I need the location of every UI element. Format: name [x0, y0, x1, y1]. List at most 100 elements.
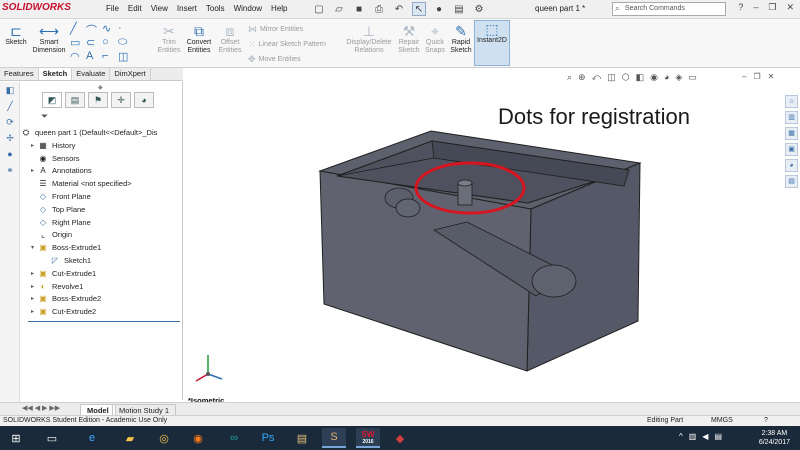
- move-entities-button[interactable]: ✥ Move Entities: [248, 54, 301, 65]
- status-help-icon[interactable]: ?: [764, 416, 768, 426]
- tab-scroll-arrows[interactable]: ◀◀ ◀ ▶ ▶▶: [22, 404, 60, 412]
- solidworks-logo[interactable]: SOLIDWORKS: [2, 2, 71, 13]
- quick-snaps-button[interactable]: ⌖ Quick Snaps: [424, 23, 446, 55]
- offset-entities-button[interactable]: ⧈ Offset Entities: [216, 23, 244, 55]
- linear-sketch-pattern-button[interactable]: ⁙ Linear Sketch Pattern: [248, 39, 326, 50]
- solidworks-resources-icon[interactable]: ⌂: [785, 95, 798, 108]
- tab-dimxpert[interactable]: DimXpert: [110, 68, 151, 80]
- doc-close-icon[interactable]: ✕: [768, 72, 775, 81]
- close-icon[interactable]: ✕: [786, 2, 794, 13]
- doc-minimize-icon[interactable]: –: [742, 72, 746, 81]
- tree-item-material[interactable]: ☰ Material <not specified>: [28, 178, 183, 191]
- chrome-icon[interactable]: ◎: [152, 428, 176, 448]
- minimize-icon[interactable]: –: [753, 2, 758, 13]
- filter-icon[interactable]: ⏷: [41, 111, 48, 122]
- options-gear-icon[interactable]: ⚙: [472, 2, 486, 16]
- circle-tool-icon[interactable]: ○: [102, 36, 109, 48]
- windows-start-icon[interactable]: ⊞: [4, 428, 28, 448]
- slot-tool-icon[interactable]: ⊂: [86, 36, 95, 49]
- app-icon[interactable]: ▤: [290, 428, 314, 448]
- paint-icon[interactable]: ●: [0, 146, 20, 162]
- tree-item-origin[interactable]: ⌞ Origin: [28, 229, 183, 242]
- internet-explorer-icon[interactable]: e: [80, 428, 104, 448]
- folder-icon[interactable]: ▰: [118, 428, 142, 448]
- firefox-icon[interactable]: ◉: [186, 428, 210, 448]
- fillet-tool-icon[interactable]: ⌐: [102, 50, 108, 62]
- rapid-sketch-button[interactable]: ✎ Rapid Sketch: [449, 23, 473, 55]
- cube-app-icon[interactable]: ◆: [388, 428, 412, 448]
- tree-item-top-plane[interactable]: ◇ Top Plane: [28, 204, 183, 217]
- custom-properties-icon[interactable]: ▤: [785, 175, 798, 188]
- view-palette-icon[interactable]: ▣: [785, 143, 798, 156]
- tab-evaluate[interactable]: Evaluate: [72, 68, 111, 80]
- tab-sketch[interactable]: Sketch: [38, 68, 73, 80]
- panel-collapse-handle[interactable]: ◆: [98, 84, 103, 91]
- rollback-bar[interactable]: [28, 321, 180, 322]
- tree-item-cut-extrude2[interactable]: ▸ ▣ Cut-Extrude2: [28, 306, 183, 319]
- repair-sketch-button[interactable]: ⚒ Repair Sketch: [396, 23, 422, 55]
- appearances-icon[interactable]: ◕: [785, 159, 798, 172]
- plane-tool-icon[interactable]: ◫: [118, 50, 128, 63]
- menu-view[interactable]: View: [151, 4, 168, 13]
- status-units[interactable]: MMGS: [711, 416, 733, 426]
- taskbar-clock[interactable]: 2:38 AM 6/24/2017: [759, 429, 790, 447]
- arc-tool-icon[interactable]: ◠: [70, 50, 80, 63]
- new-document-icon[interactable]: ▢: [312, 2, 326, 16]
- save-icon[interactable]: ■: [352, 2, 366, 16]
- instant2d-button[interactable]: ⬚ Instant2D: [474, 20, 510, 66]
- menu-tools[interactable]: Tools: [206, 4, 225, 13]
- configuration-manager-tab-icon[interactable]: ⚑: [88, 92, 108, 108]
- tree-item-history[interactable]: ▸ ▦ History: [28, 140, 183, 153]
- message-icon[interactable]: ▤: [714, 432, 722, 441]
- point-tool-icon[interactable]: ·: [118, 22, 122, 34]
- spline-tool-icon[interactable]: ∿: [102, 22, 111, 35]
- text-tool-icon[interactable]: A: [86, 50, 93, 62]
- sublime-icon[interactable]: S: [322, 428, 346, 448]
- point-icon[interactable]: ✢: [0, 130, 20, 146]
- help-question-icon[interactable]: ?: [738, 2, 743, 13]
- menu-help[interactable]: Help: [271, 4, 287, 13]
- restore-icon[interactable]: ❐: [768, 2, 776, 13]
- graphics-area[interactable]: ⌕ ⊕ ⤺ ◫ ⬡ ◧ ◉ ◕ ◈ ▭ Dots for registratio…: [184, 68, 782, 405]
- model-view-svg[interactable]: [184, 68, 782, 402]
- rotate-icon[interactable]: ⟳: [0, 114, 20, 130]
- convert-entities-button[interactable]: ⧉ Convert Entities: [184, 23, 214, 55]
- ellipse-tool-icon[interactable]: ⬭: [118, 36, 127, 49]
- feature-manager-tab-icon[interactable]: ◩: [42, 92, 62, 108]
- print-icon[interactable]: ⎙: [372, 2, 386, 16]
- rebuild-icon[interactable]: ●: [432, 2, 446, 16]
- file-properties-icon[interactable]: ▤: [452, 2, 466, 16]
- display-manager-tab-icon[interactable]: ◕: [134, 92, 154, 108]
- mirror-entities-button[interactable]: ⋈ Mirror Entities: [248, 24, 303, 35]
- smart-dimension-button[interactable]: ⟷ Smart Dimension: [30, 23, 68, 55]
- open-icon[interactable]: ▱: [332, 2, 346, 16]
- menu-window[interactable]: Window: [234, 4, 262, 13]
- tree-item-right-plane[interactable]: ◇ Right Plane: [28, 217, 183, 230]
- menu-edit[interactable]: Edit: [128, 4, 142, 13]
- select-arrow-icon[interactable]: ↖: [412, 2, 426, 16]
- menu-file[interactable]: File: [106, 4, 119, 13]
- tree-item-cut-extrude1[interactable]: ▸ ▣ Cut-Extrude1: [28, 268, 183, 281]
- tree-item-revolve1[interactable]: ▸ ◐ Revolve1: [28, 281, 183, 294]
- tree-root[interactable]: ⛭ queen part 1 (Default<<Default>_Dis: [20, 127, 183, 140]
- display-delete-relations-button[interactable]: ⊥ Display/Delete Relations: [344, 23, 394, 55]
- tree-item-boss-extrude2[interactable]: ▸ ▣ Boss-Extrude2: [28, 293, 183, 306]
- undo-icon[interactable]: ↶: [392, 2, 406, 16]
- tree-item-sensors[interactable]: ◉ Sensors: [28, 153, 183, 166]
- photoshop-icon[interactable]: Ps: [256, 428, 280, 448]
- file-explorer-icon[interactable]: ▦: [785, 127, 798, 140]
- doc-restore-icon[interactable]: ❐: [753, 72, 760, 81]
- sketch-line-icon[interactable]: ╱: [0, 98, 20, 114]
- trim-entities-button[interactable]: ✂ Trim Entities: [156, 23, 182, 55]
- arduino-icon[interactable]: ∞: [222, 428, 246, 448]
- speaker-icon[interactable]: ◀: [702, 432, 708, 441]
- tab-features[interactable]: Features: [0, 68, 39, 80]
- file-explorer-taskbar-icon[interactable]: ▭: [40, 428, 64, 448]
- tree-item-sketch1[interactable]: ◸ Sketch1: [28, 255, 183, 268]
- line-tool-icon[interactable]: ╱: [70, 22, 77, 35]
- search-commands-input[interactable]: ⌕ Search Commands: [612, 2, 726, 16]
- tree-item-annotations[interactable]: ▸ A Annotations: [28, 165, 183, 178]
- sketch-button[interactable]: ⊏ Sketch: [4, 23, 28, 47]
- cube-icon[interactable]: ◧: [0, 82, 20, 98]
- rectangle-tool-icon[interactable]: ▭: [70, 36, 80, 49]
